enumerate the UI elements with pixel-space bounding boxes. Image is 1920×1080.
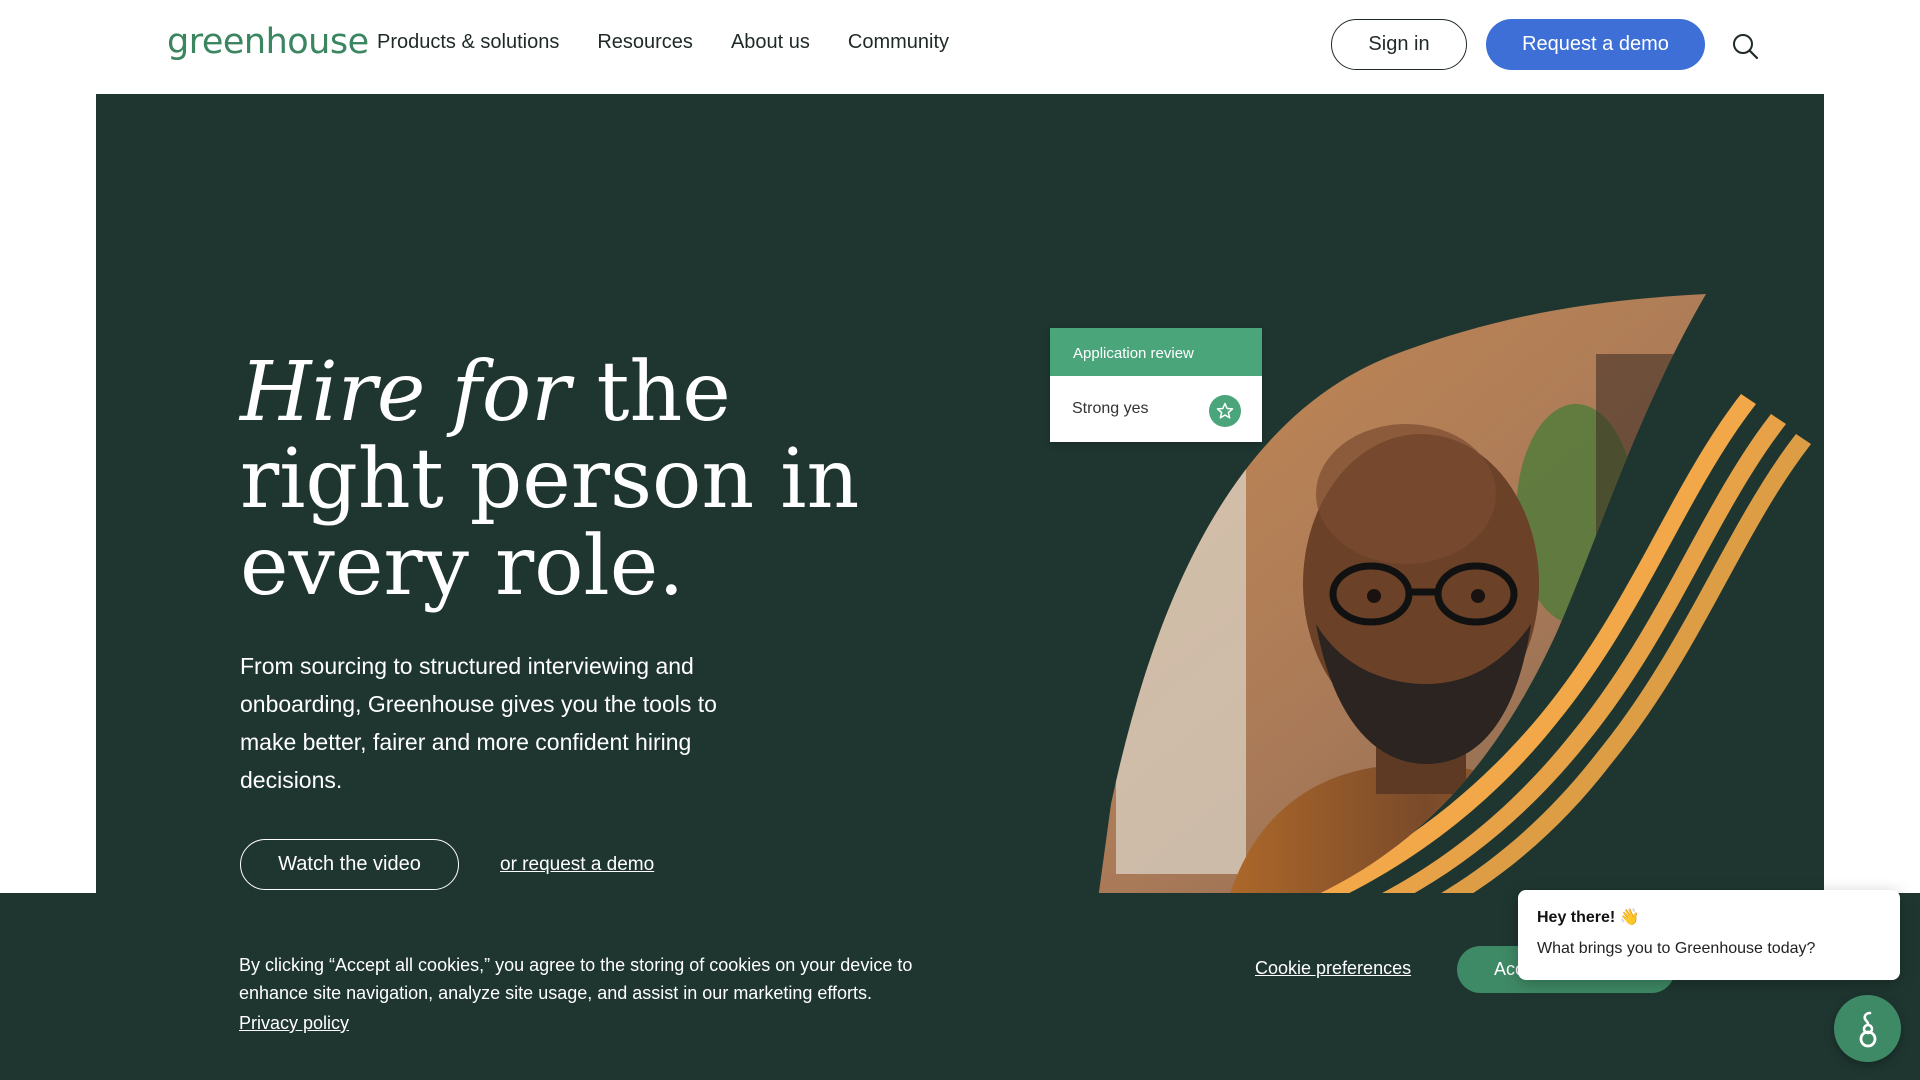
sign-in-button[interactable]: Sign in (1331, 19, 1467, 70)
main-nav: Products & solutions Resources About us … (377, 31, 949, 54)
watch-video-button[interactable]: Watch the video (240, 839, 459, 890)
search-icon[interactable] (1730, 30, 1762, 62)
cookie-consent-text: By clicking “Accept all cookies,” you ag… (239, 955, 913, 1003)
site-header: greenhouse Products & solutions Resource… (0, 0, 1920, 94)
chat-greeting: Hey there! 👋 (1537, 909, 1640, 926)
chat-question: What brings you to Greenhouse today? (1537, 940, 1816, 957)
chat-popup[interactable]: Hey there! 👋 What brings you to Greenhou… (1518, 890, 1900, 980)
nav-about-us[interactable]: About us (731, 31, 810, 54)
request-demo-button[interactable]: Request a demo (1486, 19, 1705, 70)
hero-title-part: the (570, 345, 731, 440)
application-review-card: Application review Strong yes (1050, 328, 1262, 442)
nav-products[interactable]: Products & solutions (377, 31, 559, 54)
nav-community[interactable]: Community (848, 31, 949, 54)
privacy-policy-link[interactable]: Privacy policy (239, 1013, 349, 1034)
request-demo-link[interactable]: or request a demo (500, 854, 654, 876)
star-icon (1209, 395, 1241, 427)
hero-section: Hire for the right person in every role.… (96, 94, 1824, 894)
review-card-body: Strong yes (1050, 376, 1262, 442)
hero-title-italic: Hire for (240, 345, 571, 440)
review-card-header: Application review (1050, 328, 1262, 376)
hero-title: Hire for the right person in every role. (240, 349, 880, 610)
hero-title-line-2: right person in (240, 432, 860, 527)
review-rating-text: Strong yes (1072, 400, 1149, 417)
nav-resources[interactable]: Resources (597, 31, 693, 54)
greenhouse-chat-icon[interactable] (1834, 995, 1901, 1062)
cookie-preferences-link[interactable]: Cookie preferences (1255, 958, 1411, 979)
hero-description: From sourcing to structured interviewing… (240, 653, 717, 793)
greenhouse-logo[interactable]: greenhouse (167, 22, 369, 62)
hero-title-line-3: every role. (240, 519, 685, 614)
